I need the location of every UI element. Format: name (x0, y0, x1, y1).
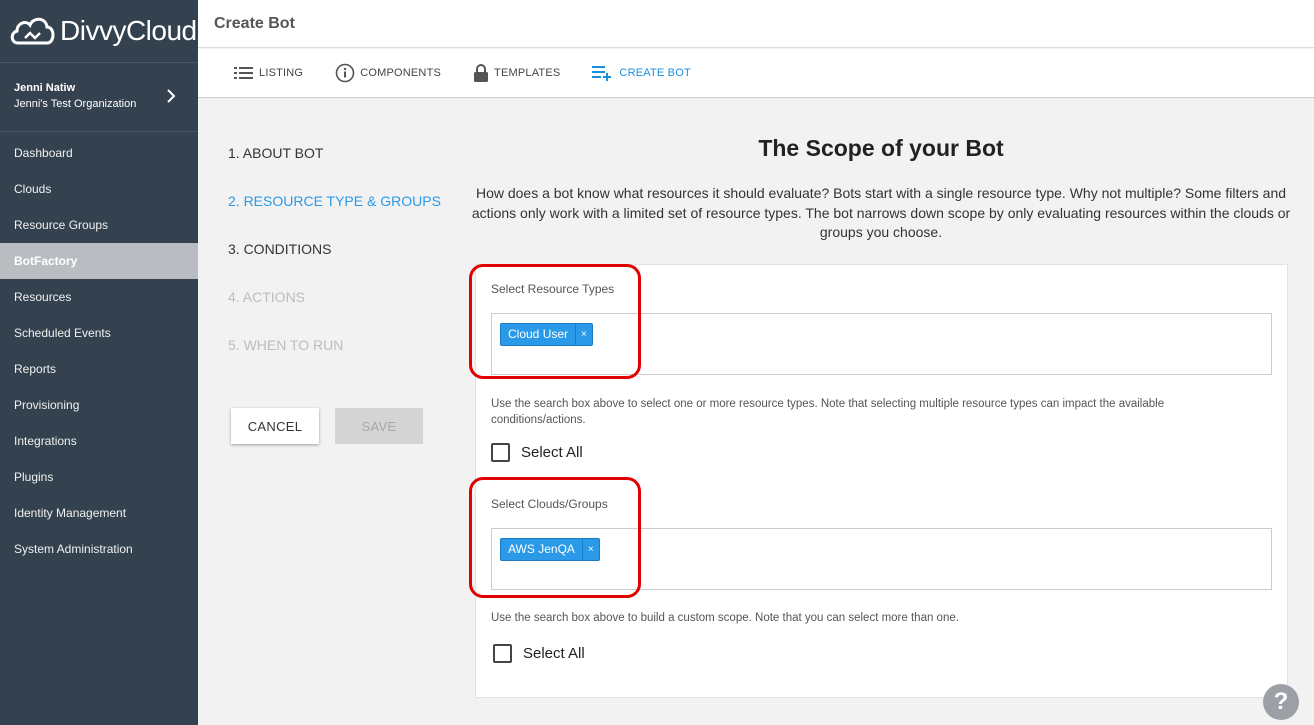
add-list-icon (592, 66, 612, 81)
sidebar-item-identity-management[interactable]: Identity Management (0, 495, 198, 531)
sidebar-item-clouds[interactable]: Clouds (0, 171, 198, 207)
step-resource-type-groups[interactable]: 2. RESOURCE TYPE & GROUPS (228, 193, 441, 241)
tab-label: LISTING (259, 67, 304, 79)
sidebar-item-provisioning[interactable]: Provisioning (0, 387, 198, 423)
page-title: Create Bot (198, 0, 1314, 48)
resource-types-select-all[interactable]: Select All (491, 443, 583, 462)
checkbox[interactable] (491, 443, 510, 462)
section-title: The Scope of your Bot (758, 135, 1004, 161)
user-menu[interactable]: Jenni Natiw Jenni's Test Organization (0, 62, 198, 132)
tab-components[interactable]: COMPONENTS (335, 63, 441, 83)
lock-icon (474, 64, 489, 82)
sidebar-item-dashboard[interactable]: Dashboard (0, 135, 198, 171)
step-about-bot[interactable]: 1. ABOUT BOT (228, 145, 441, 193)
sidebar-item-resources[interactable]: Resources (0, 279, 198, 315)
user-org: Jenni's Test Organization (14, 98, 137, 110)
logo-text: DivvyCloud (60, 15, 197, 46)
user-name: Jenni Natiw (14, 82, 76, 94)
help-button[interactable]: ? (1263, 684, 1299, 720)
clouds-groups-help: Use the search box above to build a cust… (491, 612, 959, 624)
sidebar-item-system-administration[interactable]: System Administration (0, 531, 198, 567)
annotation-highlight-resource-types (469, 264, 641, 379)
tab-templates[interactable]: TEMPLATES (473, 63, 560, 83)
save-button[interactable]: SAVE (335, 408, 423, 444)
tab-label: CREATE BOT (619, 67, 691, 79)
cloud-logo-icon (10, 17, 55, 45)
sidebar-item-botfactory[interactable]: BotFactory (0, 243, 198, 279)
annotation-highlight-clouds (469, 477, 641, 598)
sidebar-item-integrations[interactable]: Integrations (0, 423, 198, 459)
tab-label: COMPONENTS (360, 67, 442, 79)
sidebar-item-scheduled-events[interactable]: Scheduled Events (0, 315, 198, 351)
clouds-select-all[interactable]: Select All (493, 644, 585, 663)
step-actions: 4. ACTIONS (228, 289, 306, 305)
sidebar-item-plugins[interactable]: Plugins (0, 459, 198, 495)
step-conditions[interactable]: 3. CONDITIONS (228, 241, 441, 289)
list-icon (234, 67, 253, 79)
tab-bar: LISTING COMPONENTS TEMPLATES CREATE BOT (198, 49, 1314, 98)
sidebar-item-resource-groups[interactable]: Resource Groups (0, 207, 198, 243)
sidebar-nav: Dashboard Clouds Resource Groups BotFact… (0, 135, 198, 567)
tab-listing[interactable]: LISTING (234, 66, 303, 80)
resource-types-help: Use the search box above to select one o… (491, 398, 1165, 426)
cancel-button[interactable]: CANCEL (231, 408, 319, 444)
sidebar-item-reports[interactable]: Reports (0, 351, 198, 387)
chevron-right-icon[interactable] (167, 89, 176, 103)
info-icon (335, 63, 355, 83)
step-when-to-run: 5. WHEN TO RUN (228, 337, 344, 353)
logo[interactable]: DivvyCloud (0, 0, 198, 62)
checkbox-label: Select All (523, 645, 585, 662)
tab-create-bot[interactable]: CREATE BOT (592, 65, 691, 81)
checkbox-label: Select All (521, 444, 583, 461)
sidebar: DivvyCloud Jenni Natiw Jenni's Test Orga… (0, 0, 198, 725)
section-description: How does a bot know what resources it sh… (471, 185, 1291, 240)
tab-label: TEMPLATES (494, 67, 561, 79)
wizard-steps: 1. ABOUT BOT 2. RESOURCE TYPE & GROUPS 3… (228, 145, 441, 385)
checkbox[interactable] (493, 644, 512, 663)
